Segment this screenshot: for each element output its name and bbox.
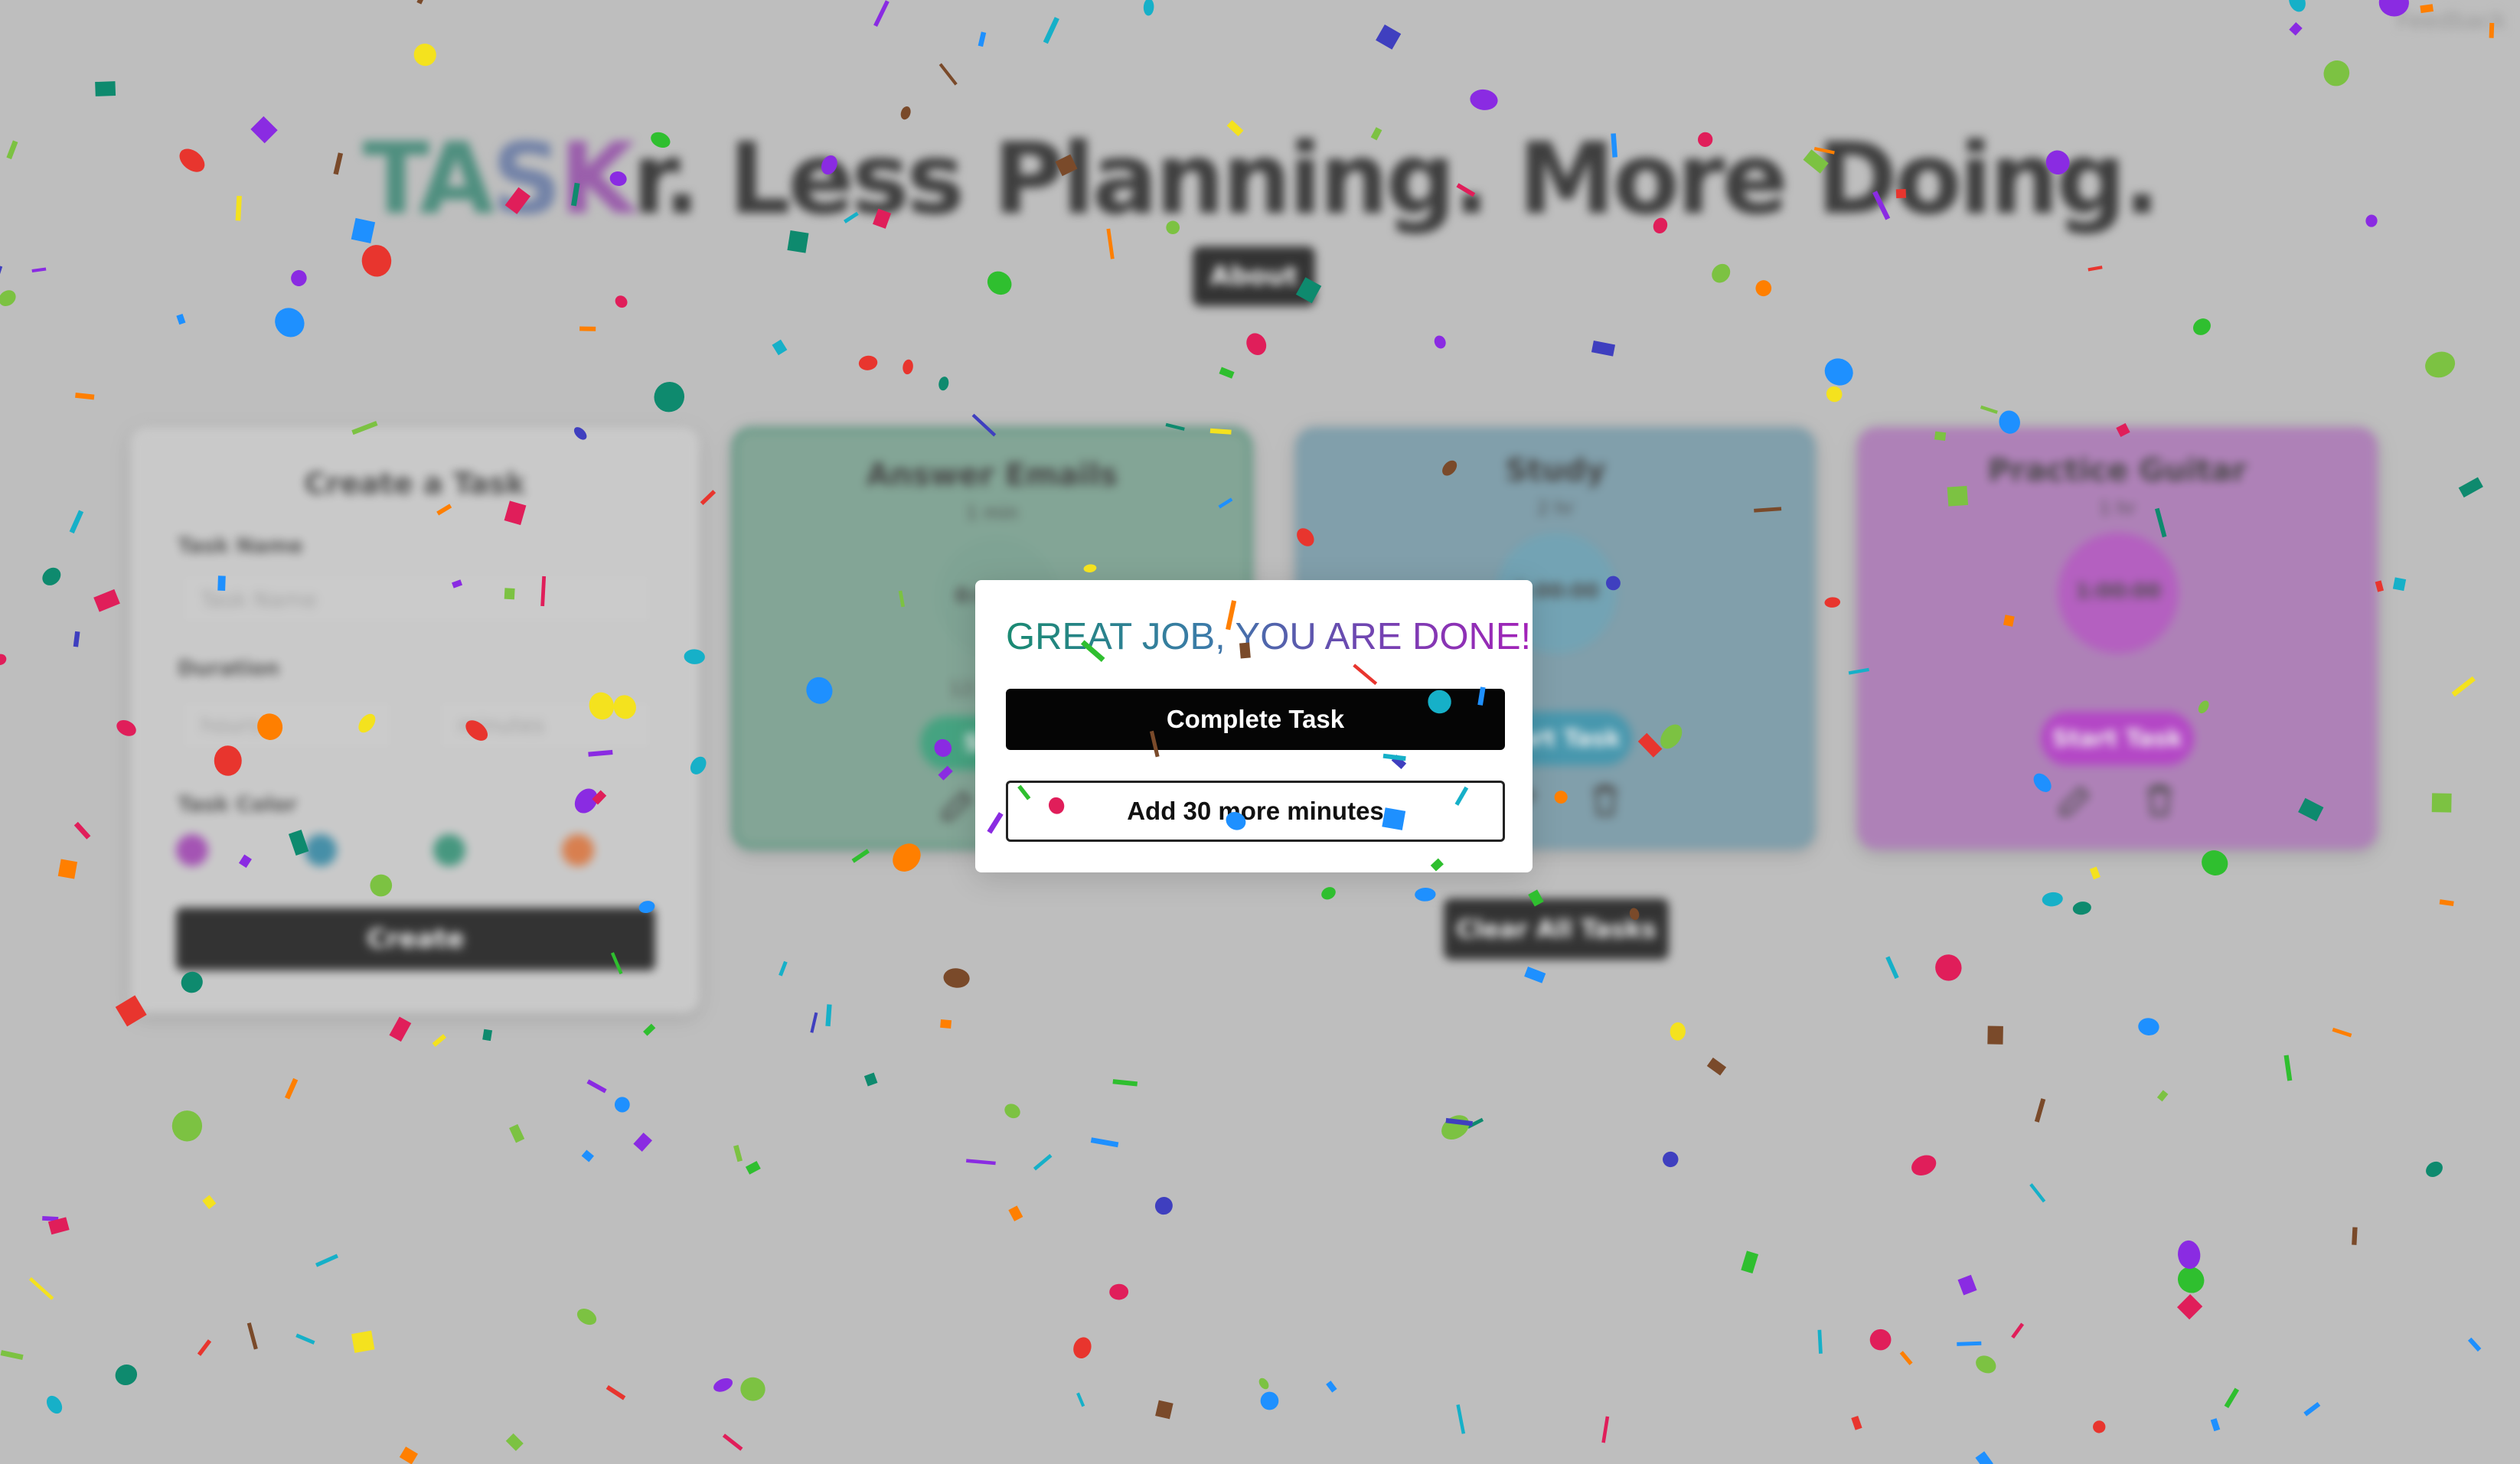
add-30-minutes-button[interactable]: Add 30 more minutes	[1006, 781, 1505, 842]
app-stage: Feedback TASKr. Less Planning. More Doin…	[0, 0, 2520, 1464]
complete-task-button[interactable]: Complete Task	[1006, 689, 1505, 750]
task-complete-modal: GREAT JOB, YOU ARE DONE! Complete Task A…	[975, 580, 1533, 872]
modal-title: GREAT JOB, YOU ARE DONE!	[1006, 616, 1532, 657]
